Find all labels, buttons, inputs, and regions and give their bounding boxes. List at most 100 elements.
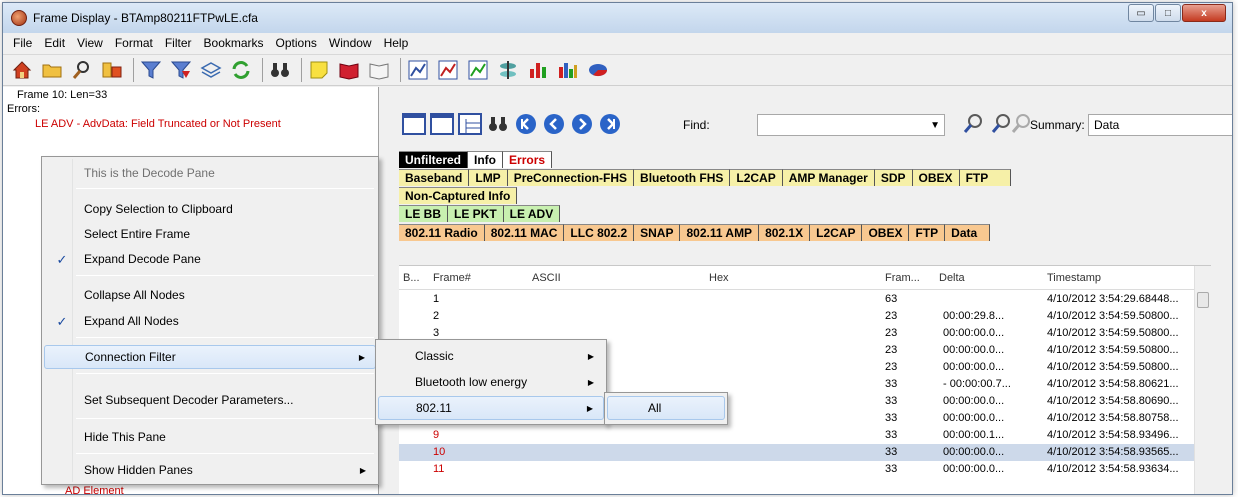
last-frame-icon[interactable] <box>597 111 623 137</box>
table-row[interactable]: 2 23 00:00:29.8... 4/10/2012 3:54:59.50800.… <box>399 308 1211 325</box>
menu-item-expand-all-nodes[interactable]: ✓ Expand All Nodes <box>44 309 376 333</box>
tab-preconnection-fhs[interactable]: PreConnection-FHS <box>507 169 635 186</box>
table-row[interactable]: 9 33 00:00:00.1... 4/10/2012 3:54:58.93496.… <box>399 427 1211 444</box>
tab-80211-radio[interactable]: 802.11 Radio <box>399 224 485 241</box>
next-frame-icon[interactable] <box>569 111 595 137</box>
menu-item-classic[interactable]: Classic ▶ <box>378 344 604 368</box>
menu-item-set-decoder-params[interactable]: Set Subsequent Decoder Parameters... <box>44 388 376 412</box>
decode-errors-node[interactable]: Errors: <box>7 103 40 115</box>
book-open-icon[interactable] <box>366 57 392 83</box>
menu-item-bluetooth-low-energy[interactable]: Bluetooth low energy ▶ <box>378 370 604 394</box>
chart-blue-icon[interactable] <box>405 57 431 83</box>
note-icon[interactable] <box>306 57 332 83</box>
find-combobox[interactable]: ▼ <box>757 114 945 136</box>
find-prev-icon[interactable] <box>961 111 987 137</box>
tab-le-pkt[interactable]: LE PKT <box>448 205 504 222</box>
chart-red-icon[interactable] <box>435 57 461 83</box>
tab-data[interactable]: Data <box>945 224 991 241</box>
binoculars-icon[interactable] <box>267 57 293 83</box>
layers-icon[interactable] <box>198 57 224 83</box>
layout-split-icon[interactable] <box>429 111 455 137</box>
transfer-icon[interactable] <box>495 57 521 83</box>
tab-bluetooth-fhs[interactable]: Bluetooth FHS <box>634 169 731 186</box>
table-row[interactable]: 1 63 4/10/2012 3:54:29.68448... <box>399 291 1211 308</box>
book-red-icon[interactable] <box>336 57 362 83</box>
col-delta[interactable]: Delta <box>939 272 965 284</box>
menu-file[interactable]: File <box>7 36 38 50</box>
menu-options[interactable]: Options <box>270 36 323 50</box>
pie-chart-icon[interactable] <box>585 57 611 83</box>
tab-sdp[interactable]: SDP <box>874 169 913 186</box>
layout-full-icon[interactable] <box>401 111 427 137</box>
menu-item-connection-filter[interactable]: Connection Filter ▶ <box>44 345 376 369</box>
first-frame-icon[interactable] <box>513 111 539 137</box>
tab-info[interactable]: Info <box>468 151 504 168</box>
bytes-icon[interactable] <box>99 57 125 83</box>
col-timestamp[interactable]: Timestamp <box>1047 272 1101 284</box>
menu-help[interactable]: Help <box>378 36 415 50</box>
menu-window[interactable]: Window <box>323 36 378 50</box>
menu-edit[interactable]: Edit <box>38 36 71 50</box>
frame-list-scrollbar[interactable] <box>1194 266 1211 494</box>
tab-le-adv[interactable]: LE ADV <box>503 205 561 222</box>
tab-le-bb[interactable]: LE BB <box>399 205 448 222</box>
tab-obex[interactable]: OBEX <box>912 169 960 186</box>
find-magnifier-icon[interactable] <box>69 57 95 83</box>
menu-bookmarks[interactable]: Bookmarks <box>198 36 270 50</box>
tab-lmp[interactable]: LMP <box>469 169 508 186</box>
column-chart-icon[interactable] <box>555 57 581 83</box>
menu-item-expand-decode-pane[interactable]: ✓ Expand Decode Pane <box>44 247 376 271</box>
menu-item-collapse-all-nodes[interactable]: Collapse All Nodes <box>44 283 376 307</box>
find-binoculars-icon[interactable] <box>485 111 511 137</box>
prev-frame-icon[interactable] <box>541 111 567 137</box>
menu-view[interactable]: View <box>71 36 109 50</box>
filter-clear-icon[interactable] <box>168 57 194 83</box>
col-frame-size[interactable]: Fram... <box>885 272 920 284</box>
tab-ftp[interactable]: FTP <box>959 169 1012 186</box>
decode-error-item[interactable]: LE ADV - AdvData: Field Truncated or Not… <box>35 118 281 130</box>
tab-non-captured-info[interactable]: Non-Captured Info <box>399 187 518 204</box>
tab-llc-8022[interactable]: LLC 802.2 <box>564 224 635 241</box>
tab-8021x[interactable]: 802.1X <box>759 224 811 241</box>
col-hex[interactable]: Hex <box>709 272 729 284</box>
tab-unfiltered[interactable]: Unfiltered <box>399 151 469 168</box>
bar-chart-icon[interactable] <box>525 57 551 83</box>
table-row[interactable]: 11 33 00:00:00.0... 4/10/2012 3:54:58.93634… <box>399 461 1211 478</box>
chevron-down-icon[interactable]: ▼ <box>930 120 940 131</box>
minimize-button[interactable]: ▭ <box>1128 4 1154 22</box>
decode-ad-element[interactable]: AD Element <box>65 485 124 494</box>
summary-select[interactable]: Data <box>1088 114 1232 136</box>
chart-green-icon[interactable] <box>465 57 491 83</box>
menu-item-all[interactable]: All <box>607 396 725 420</box>
menu-item-hide-this-pane[interactable]: Hide This Pane <box>44 425 376 449</box>
col-frame-number[interactable]: Frame# <box>433 272 471 284</box>
scroll-thumb[interactable] <box>1197 292 1209 308</box>
close-button[interactable]: x <box>1182 4 1226 22</box>
tab-snap[interactable]: SNAP <box>634 224 681 241</box>
col-ascii[interactable]: ASCII <box>532 272 561 284</box>
tab-errors[interactable]: Errors <box>503 151 553 168</box>
layout-list-icon[interactable] <box>457 111 483 137</box>
tab-ftp-80211[interactable]: FTP <box>909 224 946 241</box>
tab-l2cap-80211[interactable]: L2CAP <box>810 224 863 241</box>
table-row[interactable]: 10 33 00:00:00.0... 4/10/2012 3:54:58.93565… <box>399 444 1211 461</box>
menu-filter[interactable]: Filter <box>159 36 198 50</box>
refresh-icon[interactable] <box>228 57 254 83</box>
tab-baseband[interactable]: Baseband <box>399 169 470 186</box>
tab-l2cap[interactable]: L2CAP <box>730 169 783 186</box>
menu-item-copy-selection[interactable]: Copy Selection to Clipboard <box>44 197 376 221</box>
tab-80211-mac[interactable]: 802.11 MAC <box>484 224 565 241</box>
filter-icon[interactable] <box>138 57 164 83</box>
decode-frame-line[interactable]: Frame 10: Len=33 <box>17 89 107 101</box>
menu-item-80211[interactable]: 802.11 ▶ <box>378 396 604 420</box>
maximize-button[interactable]: □ <box>1155 4 1181 22</box>
tab-obex-80211[interactable]: OBEX <box>862 224 910 241</box>
menu-item-select-entire-frame[interactable]: Select Entire Frame <box>44 222 376 246</box>
menu-item-show-hidden-panes[interactable]: Show Hidden Panes ▶ <box>44 458 376 482</box>
col-bookmark[interactable]: B... <box>403 272 420 284</box>
tab-amp-manager[interactable]: AMP Manager <box>782 169 875 186</box>
tab-80211-amp[interactable]: 802.11 AMP <box>680 224 760 241</box>
home-icon[interactable] <box>9 57 35 83</box>
menu-format[interactable]: Format <box>109 36 159 50</box>
open-folder-icon[interactable] <box>39 57 65 83</box>
